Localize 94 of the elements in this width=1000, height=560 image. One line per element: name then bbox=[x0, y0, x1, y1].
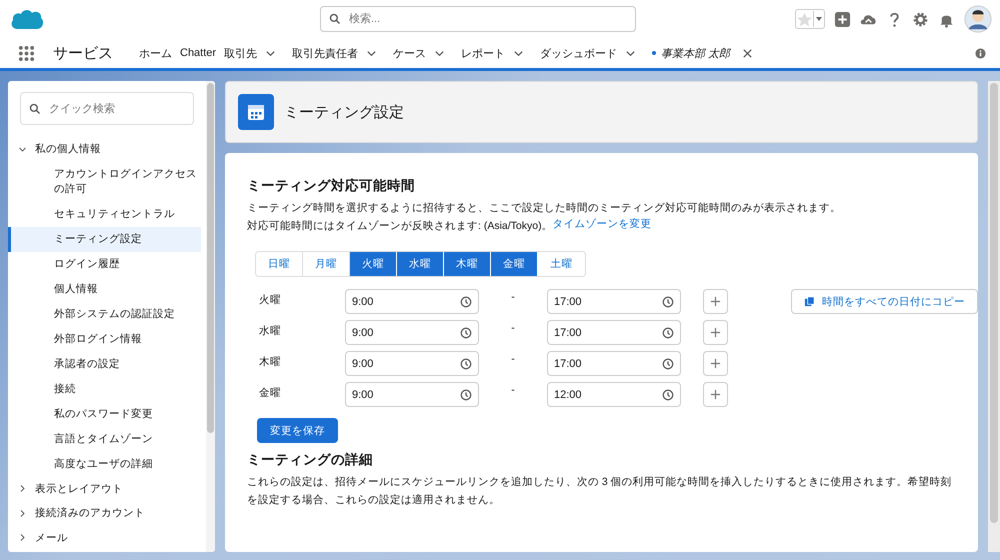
section-title: ミーティングの詳細 bbox=[247, 451, 374, 469]
tree-section[interactable]: 私の個人情報 bbox=[35, 142, 101, 156]
plus-icon bbox=[710, 327, 721, 338]
time-field[interactable]: 9:00 bbox=[345, 320, 479, 345]
add-button[interactable] bbox=[703, 351, 728, 376]
page-title: ミーティング設定 bbox=[284, 102, 404, 122]
cloud-logo bbox=[10, 7, 44, 31]
description-text: ミーティング時間を選択するように招待すると、ここで設定した時間のミーティング対応可能時間のみが表示されます。 bbox=[247, 201, 842, 216]
clock-icon bbox=[460, 388, 472, 400]
day-toggle[interactable]: 火曜 bbox=[350, 252, 397, 276]
copy-button[interactable]: 時間をすべての日付にコピー bbox=[791, 289, 978, 314]
nav-tab[interactable]: レポート bbox=[461, 46, 506, 60]
save-button[interactable]: 変更を保存 bbox=[257, 418, 338, 443]
nav-tab[interactable]: ホーム bbox=[139, 46, 172, 60]
chevron-icon[interactable] bbox=[18, 533, 27, 542]
range-separator: - bbox=[510, 290, 516, 303]
nav-tab[interactable]: 取引先責任者 bbox=[292, 46, 358, 60]
quick-search-field[interactable]: クイック検索 bbox=[20, 92, 194, 125]
section-title: ミーティング対応可能時間 bbox=[247, 177, 416, 195]
nav-tab[interactable]: 取引先 bbox=[224, 46, 258, 60]
avatar-icon[interactable] bbox=[964, 5, 992, 33]
sidebar-item[interactable]: 外部システムの認証設定 bbox=[8, 302, 201, 326]
clock-icon bbox=[662, 326, 674, 338]
clock-icon bbox=[662, 388, 674, 400]
plus-icon bbox=[710, 389, 721, 400]
tree-section[interactable]: 接続済みのアカウント bbox=[35, 506, 145, 520]
sidebar-item[interactable]: ミーティング設定 bbox=[8, 226, 201, 252]
caret-icon bbox=[813, 11, 824, 27]
sidebar-item[interactable]: 接続 bbox=[8, 376, 201, 402]
clock-icon bbox=[460, 358, 472, 370]
plus-icon[interactable] bbox=[834, 10, 851, 28]
day-toggle[interactable]: 金曜 bbox=[491, 252, 538, 276]
sidebar-item[interactable]: 承認者の設定 bbox=[8, 352, 201, 376]
close-icon[interactable] bbox=[742, 48, 754, 58]
chevron-icon[interactable] bbox=[18, 508, 27, 518]
tree-section[interactable]: メール bbox=[35, 530, 68, 545]
search-icon bbox=[329, 13, 341, 25]
sidebar-item[interactable]: 私のパスワード変更 bbox=[8, 402, 201, 426]
sidebar-item[interactable]: 高度なユーザの詳細 bbox=[8, 452, 201, 476]
search-field[interactable]: 検索... bbox=[320, 6, 636, 32]
day-label: 木曜 bbox=[258, 355, 282, 369]
info-icon[interactable] bbox=[975, 48, 986, 58]
clock-icon bbox=[460, 296, 472, 308]
settings-icon[interactable] bbox=[912, 10, 929, 28]
timezone-link[interactable]: タイムゾーンを変更 bbox=[552, 217, 652, 235]
day-label: 金曜 bbox=[258, 386, 282, 400]
nav-tab[interactable]: ケース bbox=[393, 46, 426, 60]
star-icon bbox=[796, 10, 813, 28]
sidebar-item[interactable]: セキュリティセントラル bbox=[8, 202, 201, 226]
sidebar-item[interactable]: 個人情報 bbox=[8, 276, 201, 302]
copy-icon bbox=[804, 296, 815, 307]
chevron-icon[interactable] bbox=[18, 484, 27, 494]
time-field[interactable]: 9:00 bbox=[345, 382, 479, 407]
app-launcher-icon[interactable] bbox=[18, 44, 35, 62]
day-label: 火曜 bbox=[258, 293, 282, 307]
time-field[interactable]: 9:00 bbox=[345, 351, 479, 376]
scrollbar[interactable] bbox=[206, 81, 215, 552]
plus-icon bbox=[710, 358, 721, 369]
app-name: サービス bbox=[53, 44, 113, 62]
search-icon bbox=[29, 102, 41, 114]
time-field[interactable]: 9:00 bbox=[345, 289, 479, 314]
nav-tab[interactable]: ダッシュボード bbox=[540, 46, 618, 60]
sidebar-item[interactable]: 外部ログイン情報 bbox=[8, 326, 201, 352]
clock-icon bbox=[662, 296, 674, 308]
timezone-note: 対応可能時間にはタイムゾーンが反映されます: (Asia/Tokyo)。 bbox=[247, 219, 553, 234]
tree-section[interactable]: 表示とレイアウト bbox=[35, 482, 123, 496]
calendar-icon bbox=[238, 94, 274, 130]
day-toggle[interactable]: 水曜 bbox=[397, 252, 444, 276]
chevron-icon[interactable] bbox=[18, 144, 27, 154]
scrollbar[interactable] bbox=[988, 81, 1000, 552]
description-text: これらの設定は、招待メールにスケジュールリンクを追加したり、次の 3 個の利用可能な時間を挿入したりするときに使用されます。希望時刻を設定する場合、これらの設定は適用されません。 bbox=[247, 475, 953, 508]
sidebar-item[interactable]: ログイン履歴 bbox=[8, 252, 201, 276]
time-field[interactable]: 17:00 bbox=[547, 351, 681, 376]
clock-icon bbox=[662, 358, 674, 370]
record-tab[interactable]: 事業本部 太郎 bbox=[661, 46, 730, 60]
day-toggle[interactable]: 日曜 bbox=[256, 252, 303, 276]
clock-icon bbox=[460, 326, 472, 338]
sidebar-item[interactable]: アカウントログインアクセスの許可 bbox=[8, 162, 201, 202]
add-button[interactable] bbox=[703, 382, 728, 407]
range-separator: - bbox=[510, 352, 516, 365]
time-field[interactable]: 17:00 bbox=[547, 320, 681, 345]
add-button[interactable] bbox=[703, 289, 728, 314]
time-field[interactable]: 17:00 bbox=[547, 289, 681, 314]
range-separator: - bbox=[510, 321, 516, 334]
favorite-star-button[interactable] bbox=[795, 9, 825, 29]
unsaved-dot-icon bbox=[652, 51, 656, 55]
range-separator: - bbox=[510, 383, 516, 396]
add-button[interactable] bbox=[703, 320, 728, 345]
day-label: 水曜 bbox=[258, 324, 282, 338]
sidebar-item[interactable]: 言語とタイムゾーン bbox=[8, 426, 201, 452]
nav-tab[interactable]: Chatter bbox=[180, 47, 216, 59]
time-field[interactable]: 12:00 bbox=[547, 382, 681, 407]
day-toggle[interactable]: 木曜 bbox=[444, 252, 491, 276]
plus-icon bbox=[710, 296, 721, 307]
